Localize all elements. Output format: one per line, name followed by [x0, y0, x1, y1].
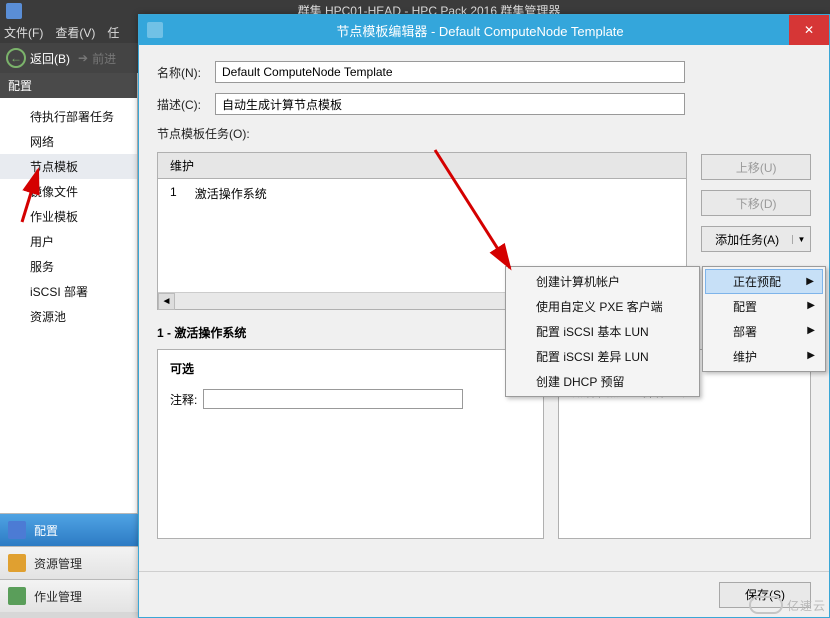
- watermark-logo-icon: [749, 596, 783, 614]
- accordion-icon: [8, 554, 26, 572]
- menu-view[interactable]: 查看(V): [55, 24, 95, 41]
- menu-more[interactable]: 任: [107, 24, 119, 41]
- task-row[interactable]: 1 激活操作系统: [158, 179, 686, 208]
- watermark-text: 亿速云: [787, 597, 826, 614]
- side-header: 配置: [0, 73, 137, 98]
- side-list: 待执行部署任务网络节点模板镜像文件作业模板用户服务iSCSI 部署资源池: [0, 98, 137, 335]
- sidebar-item[interactable]: 镜像文件: [0, 179, 137, 204]
- sidebar-item[interactable]: 节点模板: [0, 154, 137, 179]
- accordion-label: 作业管理: [34, 588, 82, 605]
- task-row-name: 激活操作系统: [195, 185, 267, 202]
- menu-file[interactable]: 文件(F): [4, 24, 43, 41]
- category-menu-item[interactable]: 维护▶: [705, 344, 823, 369]
- name-input[interactable]: [215, 61, 685, 83]
- add-task-submenu: 创建计算机帐户使用自定义 PXE 客户端配置 iSCSI 基本 LUN配置 iS…: [505, 266, 700, 397]
- nav-forward-label: 前进: [92, 50, 116, 67]
- sidebar-item[interactable]: 待执行部署任务: [0, 104, 137, 129]
- accordion-icon: [8, 587, 26, 605]
- comment-input[interactable]: [203, 389, 463, 409]
- accordion-nav: 配置资源管理作业管理: [0, 513, 138, 612]
- desc-input[interactable]: [215, 93, 685, 115]
- chevron-right-icon: ▶: [807, 300, 815, 311]
- close-button[interactable]: ✕: [789, 15, 829, 45]
- nav-back-label: 返回(B): [30, 50, 70, 67]
- submenu-item[interactable]: 使用自定义 PXE 客户端: [508, 294, 697, 319]
- chevron-down-icon[interactable]: ▼: [792, 235, 810, 244]
- side-panel: 配置 待执行部署任务网络节点模板镜像文件作业模板用户服务iSCSI 部署资源池: [0, 73, 138, 513]
- options-heading: 可选: [170, 360, 531, 377]
- accordion-icon: [8, 521, 26, 539]
- dialog-icon: [147, 22, 163, 38]
- add-task-category-menu: 正在预配▶配置▶部署▶维护▶: [702, 266, 826, 372]
- accordion-item[interactable]: 资源管理: [0, 546, 138, 579]
- app-icon: [6, 3, 22, 19]
- back-arrow-icon: ←: [6, 48, 26, 68]
- nav-back-button[interactable]: ← 返回(B): [6, 48, 70, 68]
- submenu-item[interactable]: 创建计算机帐户: [508, 269, 697, 294]
- comment-label: 注释:: [170, 391, 197, 408]
- accordion-label: 资源管理: [34, 555, 82, 572]
- name-label: 名称(N):: [157, 64, 215, 81]
- options-panel: 可选 注释:: [157, 349, 544, 539]
- category-menu-item[interactable]: 正在预配▶: [705, 269, 823, 294]
- move-up-button[interactable]: 上移(U): [701, 154, 811, 180]
- task-row-num: 1: [170, 185, 177, 202]
- scroll-left-icon[interactable]: ◄: [158, 293, 175, 310]
- tasks-label: 节点模板任务(O):: [157, 125, 811, 142]
- forward-arrow-icon: ➔: [78, 51, 88, 65]
- category-menu-item[interactable]: 配置▶: [705, 294, 823, 319]
- submenu-item[interactable]: 创建 DHCP 预留: [508, 369, 697, 394]
- chevron-right-icon: ▶: [807, 325, 815, 336]
- sidebar-item[interactable]: 用户: [0, 229, 137, 254]
- dialog-footer: 保存(S): [139, 571, 829, 617]
- add-task-button[interactable]: 添加任务(A) ▼: [701, 226, 811, 252]
- sidebar-item[interactable]: 网络: [0, 129, 137, 154]
- watermark: 亿速云: [749, 596, 826, 614]
- accordion-item[interactable]: 配置: [0, 513, 138, 546]
- submenu-item[interactable]: 配置 iSCSI 差异 LUN: [508, 344, 697, 369]
- task-group-header[interactable]: 维护: [157, 152, 687, 178]
- dialog-title-bar[interactable]: 节点模板编辑器 - Default ComputeNode Template ✕: [139, 15, 829, 45]
- dialog-title-text: 节点模板编辑器 - Default ComputeNode Template: [171, 21, 789, 40]
- accordion-label: 配置: [34, 522, 58, 539]
- desc-label: 描述(C):: [157, 96, 215, 113]
- move-down-button[interactable]: 下移(D): [701, 190, 811, 216]
- accordion-item[interactable]: 作业管理: [0, 579, 138, 612]
- submenu-item[interactable]: 配置 iSCSI 基本 LUN: [508, 319, 697, 344]
- chevron-right-icon: ▶: [806, 276, 814, 287]
- category-menu-item[interactable]: 部署▶: [705, 319, 823, 344]
- close-icon: ✕: [804, 23, 814, 37]
- sidebar-item[interactable]: 资源池: [0, 304, 137, 329]
- chevron-right-icon: ▶: [807, 350, 815, 361]
- nav-forward-button[interactable]: ➔ 前进: [78, 50, 116, 67]
- sidebar-item[interactable]: iSCSI 部署: [0, 279, 137, 304]
- add-task-label: 添加任务(A): [702, 231, 792, 248]
- sidebar-item[interactable]: 作业模板: [0, 204, 137, 229]
- sidebar-item[interactable]: 服务: [0, 254, 137, 279]
